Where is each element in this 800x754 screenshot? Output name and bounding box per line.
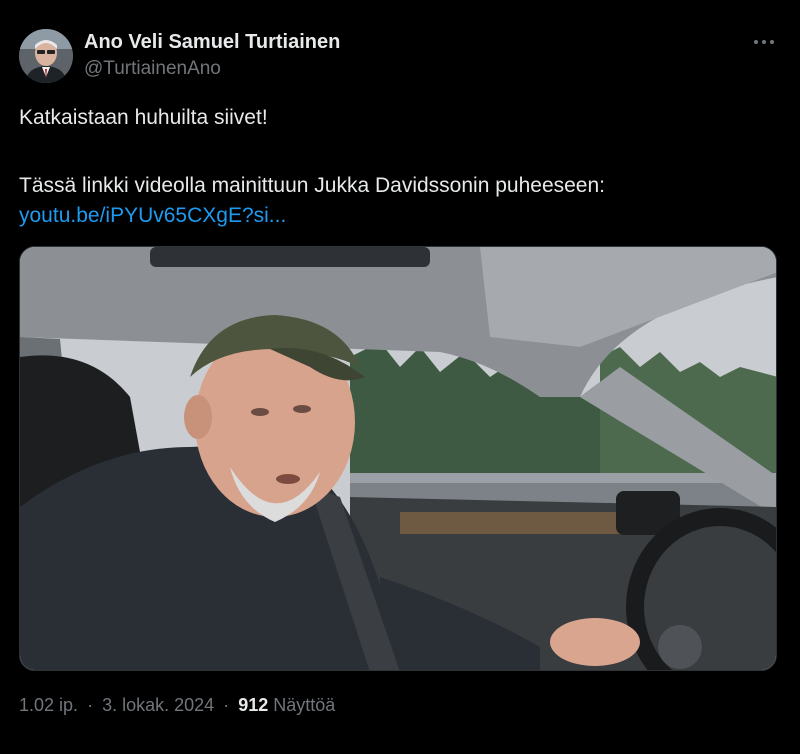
video-thumbnail[interactable] [19,246,777,671]
author-name[interactable]: Ano Veli Samuel Turtiainen [84,31,340,54]
author-handle[interactable]: @TurtiainenAno [84,58,221,80]
post-date[interactable]: 3. lokak. 2024 [102,695,214,715]
avatar[interactable] [19,29,73,83]
post-meta: 1.02 ip. · 3. lokak. 2024 · 912 Näyttöä [19,695,335,716]
avatar-image [19,29,73,83]
views-label: Näyttöä [273,695,336,715]
meta-separator: · [87,695,94,715]
post-link[interactable]: youtu.be/iPYUv65CXgE?si... [19,204,286,228]
meta-separator: · [223,695,230,715]
tweet: Ano Veli Samuel Turtiainen @TurtiainenAn… [0,0,800,754]
video-frame-image [20,247,776,670]
post-text-line-2: Tässä linkki videolla mainittuun Jukka D… [19,174,605,197]
post-text-line-1: Katkaistaan huhuilta siivet! [19,106,268,129]
post-time[interactable]: 1.02 ip. [19,695,78,715]
more-icon[interactable] [748,28,780,56]
views-count: 912 [238,695,269,715]
